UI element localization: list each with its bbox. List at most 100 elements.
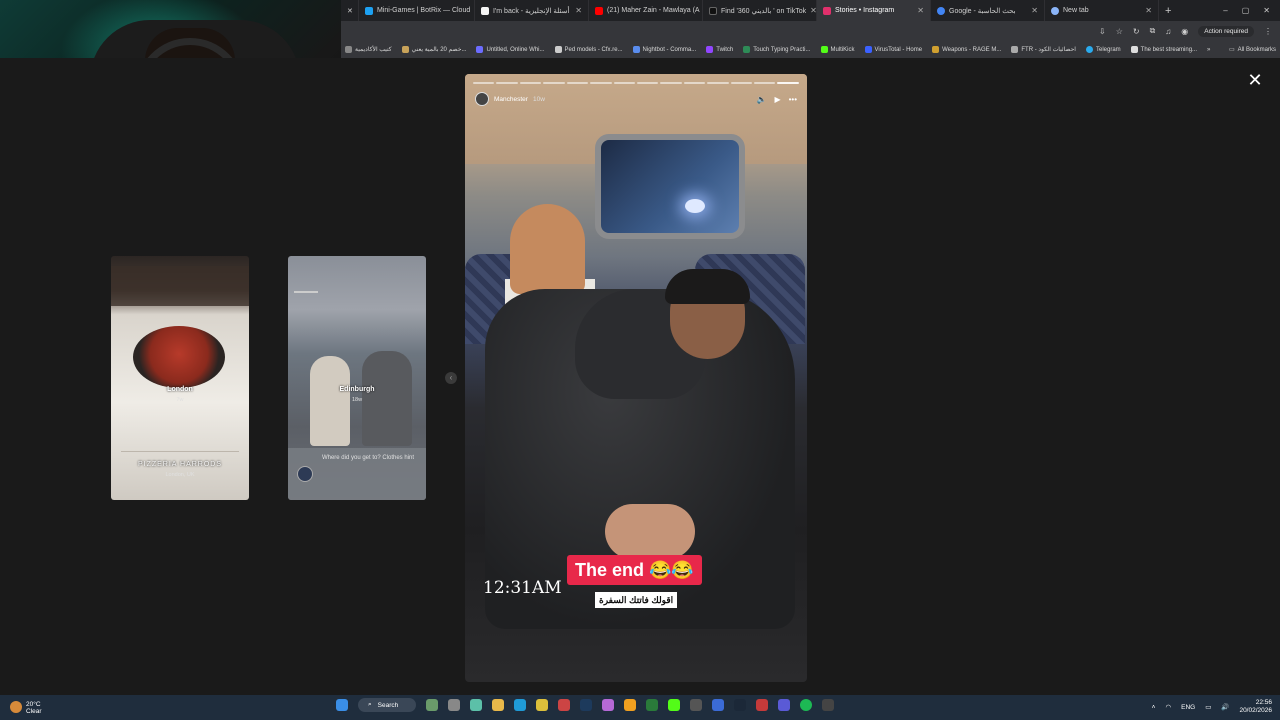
bookmark-favicon-icon [743, 46, 751, 53]
app-icon[interactable] [756, 699, 768, 711]
app-icon[interactable] [778, 699, 790, 711]
bookmark-item[interactable]: خصم 20 بالمية يعني... [401, 46, 466, 53]
bookmark-item[interactable]: FTR - احصائيات الكود [1011, 46, 1076, 53]
tab-3[interactable]: Find '360 بالديني ' on TikTok ✕ [703, 0, 817, 21]
edge-icon[interactable] [514, 699, 526, 711]
tab-close-icon[interactable]: ✕ [1145, 6, 1152, 15]
steam-icon[interactable] [734, 699, 746, 711]
window-controls: – ▢ ✕ [1223, 6, 1280, 15]
app-icon[interactable] [822, 699, 834, 711]
minimize-icon[interactable]: – [1223, 6, 1227, 15]
bookmark-item[interactable]: MultiKick [820, 46, 855, 53]
google-icon [937, 6, 945, 15]
window-close-icon[interactable]: ✕ [1263, 6, 1270, 15]
bookmark-favicon-icon [345, 46, 352, 53]
app-icon[interactable] [712, 699, 724, 711]
install-icon[interactable]: ⇩ [1099, 27, 1106, 36]
menu-dots-icon[interactable]: ⋮ [1264, 27, 1272, 36]
more-options-icon[interactable]: ••• [789, 95, 797, 104]
volume-icon[interactable]: 🔊 [1221, 703, 1229, 711]
taskbar-clock[interactable]: 22:56 20/02/2026 [1239, 699, 1272, 715]
app-icon[interactable] [602, 699, 614, 711]
tab-close-icon[interactable]: ✕ [917, 6, 924, 15]
network-icon[interactable]: ▭ [1205, 703, 1211, 711]
preview-sign-subtext: London, UK [165, 472, 195, 478]
bookmark-favicon-icon [476, 46, 484, 53]
kick-icon[interactable] [668, 699, 680, 711]
extensions-icon[interactable]: ⧉ [1150, 26, 1156, 36]
tab-label: Mini-Games | BotRix — Cloud [377, 7, 471, 14]
story-age: 10w [532, 95, 545, 103]
sleeping-person-hair [665, 269, 750, 304]
app-icon[interactable] [646, 699, 658, 711]
spotify-icon[interactable] [800, 699, 812, 711]
active-story[interactable]: Manchester 10w 🔈 ▶ ••• 12:31AM The end 😂… [465, 74, 807, 682]
bookmark-star-icon[interactable]: ☆ [1116, 27, 1123, 36]
tab-close-icon[interactable]: ✕ [575, 6, 582, 15]
tab-2[interactable]: (21) Maher Zain - Mawlaya (A ✕ [589, 0, 703, 21]
bookmark-item[interactable]: Ped models - Cfx.re... [554, 46, 623, 53]
app-icon[interactable] [426, 699, 438, 711]
bookmark-item[interactable]: كتيب الأكاديمية [345, 46, 392, 53]
new-tab-icon[interactable]: + [1159, 5, 1177, 17]
bookmark-item[interactable]: Twitch [706, 46, 733, 53]
bookmark-favicon-icon [632, 46, 640, 53]
app-icon[interactable] [624, 699, 636, 711]
screen: ✕ Mini-Games | BotRix — Cloud ✕ I'm back… [0, 0, 1280, 720]
preview-location-label: London [167, 386, 193, 393]
close-icon[interactable]: ✕ [1245, 70, 1265, 90]
app-icon[interactable] [448, 699, 460, 711]
chevron-left-icon[interactable]: ‹ [445, 372, 457, 384]
tab-close-icon[interactable]: ✕ [1031, 6, 1038, 15]
app-icon[interactable] [690, 699, 702, 711]
tab-6[interactable]: New tab ✕ [1045, 0, 1159, 21]
profile-icon[interactable]: ◉ [1181, 27, 1188, 36]
story-preview-edinburgh[interactable]: Edinburgh 18w Where did you get to? Clot… [288, 256, 426, 500]
story-progress-segment [543, 82, 565, 84]
copilot-icon[interactable] [470, 699, 482, 711]
tab-label: (21) Maher Zain - Mawlaya (A [607, 7, 700, 14]
mute-icon[interactable]: 🔈 [756, 95, 766, 104]
tab-1[interactable]: I'm back - أسئلة الإنجليزية ✕ [475, 0, 589, 21]
chrome-icon[interactable] [536, 699, 548, 711]
bookmark-item[interactable]: VirusTotal - Home [864, 46, 922, 53]
story-controls: 🔈 ▶ ••• [756, 95, 797, 104]
preview-progress-bar [294, 291, 318, 293]
chevron-right-icon[interactable]: » [1207, 47, 1210, 53]
windows-start-icon[interactable] [336, 699, 348, 711]
bookmark-item[interactable]: Telegram [1085, 46, 1121, 53]
tab-0[interactable]: Mini-Games | BotRix — Cloud ✕ [359, 0, 475, 21]
bookmark-item[interactable]: Touch Typing Practi... [743, 46, 811, 53]
story-username[interactable]: Manchester [494, 96, 528, 103]
tab-label: New tab [1063, 7, 1089, 14]
tab-overflow[interactable]: ✕ [341, 0, 359, 21]
bookmark-label: Ped models - Cfx.re... [564, 46, 623, 53]
tab-4-active[interactable]: Stories • Instagram ✕ [817, 0, 931, 21]
file-explorer-icon[interactable] [492, 699, 504, 711]
app-icon[interactable] [558, 699, 570, 711]
bookmark-item[interactable]: Weapons - RAGE M... [932, 46, 1001, 53]
bookmark-item[interactable]: Nightbot - Comma... [632, 46, 696, 53]
avatar[interactable] [475, 92, 489, 106]
youtube-icon [595, 6, 603, 15]
bookmark-item[interactable]: Untitled, Online Whi... [476, 46, 545, 53]
media-icon[interactable]: ♫ [1165, 27, 1171, 36]
chevron-up-icon[interactable]: ˄ [1152, 704, 1156, 711]
action-required-button[interactable]: Action required [1198, 25, 1254, 37]
bookmark-label: Telegram [1095, 46, 1121, 53]
preview-age: 7w [176, 397, 184, 403]
language-indicator[interactable]: ENG [1181, 704, 1195, 711]
all-bookmarks[interactable]: ▭ All Bookmarks [1229, 46, 1276, 54]
taskbar-search[interactable]: ⌕ Search [358, 698, 416, 712]
bookmark-item[interactable]: The best streaming... [1130, 46, 1197, 53]
reload-icon[interactable]: ↻ [1133, 27, 1140, 36]
wifi-icon[interactable]: ◠ [1165, 703, 1171, 711]
story-preview-london[interactable]: London 7w PIZZERIA HARRODS London, UK [111, 256, 249, 500]
story-progress-segment [660, 82, 682, 84]
play-icon[interactable]: ▶ [774, 95, 780, 104]
maximize-icon[interactable]: ▢ [1242, 6, 1250, 15]
tab-5[interactable]: Google - بحث الحاسبة ✕ [931, 0, 1045, 21]
photoshop-icon[interactable] [580, 699, 592, 711]
tab-close-icon[interactable]: ✕ [810, 6, 816, 15]
close-icon[interactable]: ✕ [347, 7, 353, 15]
